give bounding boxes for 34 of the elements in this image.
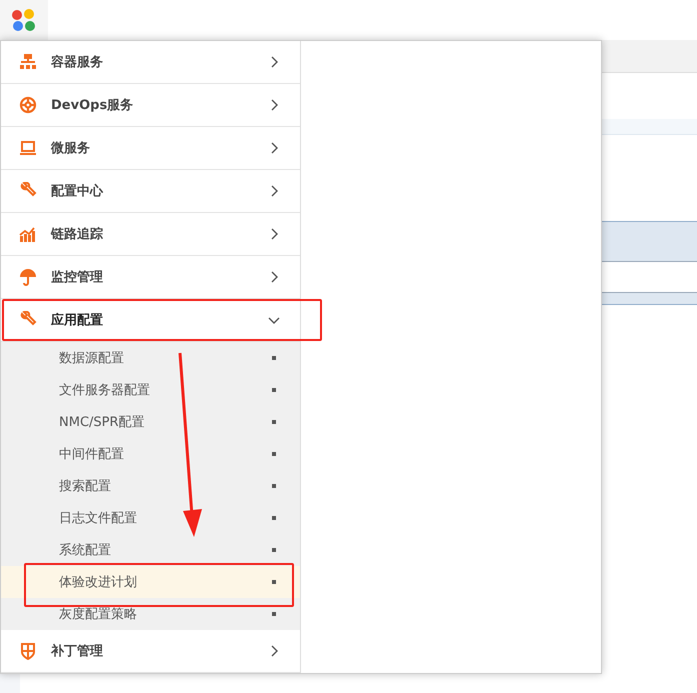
- bullet-icon: [272, 548, 276, 552]
- bullet-icon: [272, 484, 276, 488]
- lifebuoy-icon: [19, 96, 37, 114]
- bullet-icon: [272, 356, 276, 360]
- app-logo[interactable]: [0, 0, 48, 40]
- submenu-item[interactable]: 中间件配置: [1, 438, 300, 470]
- submenu-item[interactable]: 日志文件配置: [1, 502, 300, 534]
- menu-item[interactable]: 容器服务: [1, 41, 300, 84]
- bullet-icon: [272, 388, 276, 392]
- menu-item[interactable]: 监控管理: [1, 256, 300, 299]
- laptop-icon: [19, 139, 37, 157]
- network-icon: [19, 53, 37, 71]
- menu-item[interactable]: 配置中心: [1, 170, 300, 213]
- menu-item[interactable]: 应用配置: [1, 299, 300, 342]
- bullet-icon: [272, 612, 276, 616]
- submenu-item[interactable]: 文件服务器配置: [1, 374, 300, 406]
- bullet-icon: [272, 452, 276, 456]
- menu-item[interactable]: 微服务: [1, 127, 300, 170]
- submenu-item[interactable]: 体验改进计划: [1, 566, 300, 598]
- logo-icon: [11, 8, 37, 32]
- submenu-item[interactable]: 灰度配置策略: [1, 598, 300, 630]
- submenu-item[interactable]: NMC/SPR配置: [1, 406, 300, 438]
- submenu-item[interactable]: 数据源配置: [1, 342, 300, 374]
- menu-item[interactable]: 补丁管理: [1, 630, 300, 673]
- bullet-icon: [272, 580, 276, 584]
- bar-chart-icon: [19, 225, 37, 243]
- shield-icon: [19, 642, 37, 660]
- submenu-item[interactable]: 系统配置: [1, 534, 300, 566]
- bullet-icon: [272, 420, 276, 424]
- menu-item[interactable]: DevOps服务: [1, 84, 300, 127]
- submenu-item[interactable]: 搜索配置: [1, 470, 300, 502]
- umbrella-icon: [19, 268, 37, 286]
- bullet-icon: [272, 516, 276, 520]
- menu-item[interactable]: 链路追踪: [1, 213, 300, 256]
